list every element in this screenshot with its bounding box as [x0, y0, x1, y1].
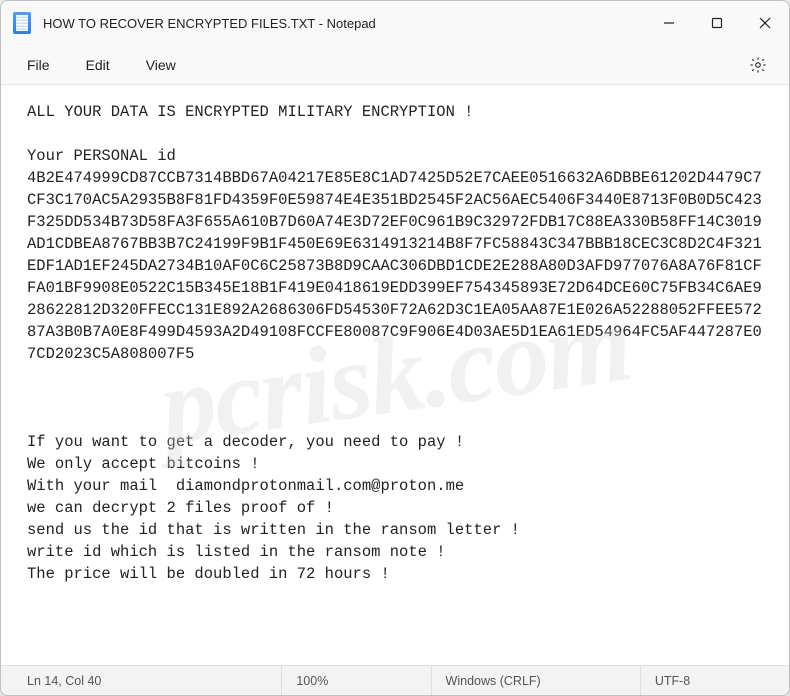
titlebar[interactable]: HOW TO RECOVER ENCRYPTED FILES.TXT - Not…: [1, 1, 789, 45]
notepad-window: HOW TO RECOVER ENCRYPTED FILES.TXT - Not…: [0, 0, 790, 696]
close-icon: [759, 17, 771, 29]
statusbar: Ln 14, Col 40 100% Windows (CRLF) UTF-8: [1, 665, 789, 695]
menubar: File Edit View: [1, 45, 789, 85]
window-controls: [645, 1, 789, 45]
settings-button[interactable]: [735, 50, 781, 80]
maximize-button[interactable]: [693, 1, 741, 45]
status-eol: Windows (CRLF): [431, 666, 640, 695]
menu-file[interactable]: File: [9, 51, 68, 79]
minimize-icon: [663, 17, 675, 29]
menu-view[interactable]: View: [128, 51, 194, 79]
editor-area: ALL YOUR DATA IS ENCRYPTED MILITARY ENCR…: [1, 85, 789, 665]
notepad-icon: [13, 12, 31, 34]
menu-edit[interactable]: Edit: [68, 51, 128, 79]
status-zoom[interactable]: 100%: [281, 666, 430, 695]
window-title: HOW TO RECOVER ENCRYPTED FILES.TXT - Not…: [43, 16, 645, 31]
status-position: Ln 14, Col 40: [1, 666, 281, 695]
status-encoding: UTF-8: [640, 666, 789, 695]
text-content[interactable]: ALL YOUR DATA IS ENCRYPTED MILITARY ENCR…: [1, 85, 789, 665]
gear-icon: [749, 56, 767, 74]
minimize-button[interactable]: [645, 1, 693, 45]
maximize-icon: [711, 17, 723, 29]
close-button[interactable]: [741, 1, 789, 45]
